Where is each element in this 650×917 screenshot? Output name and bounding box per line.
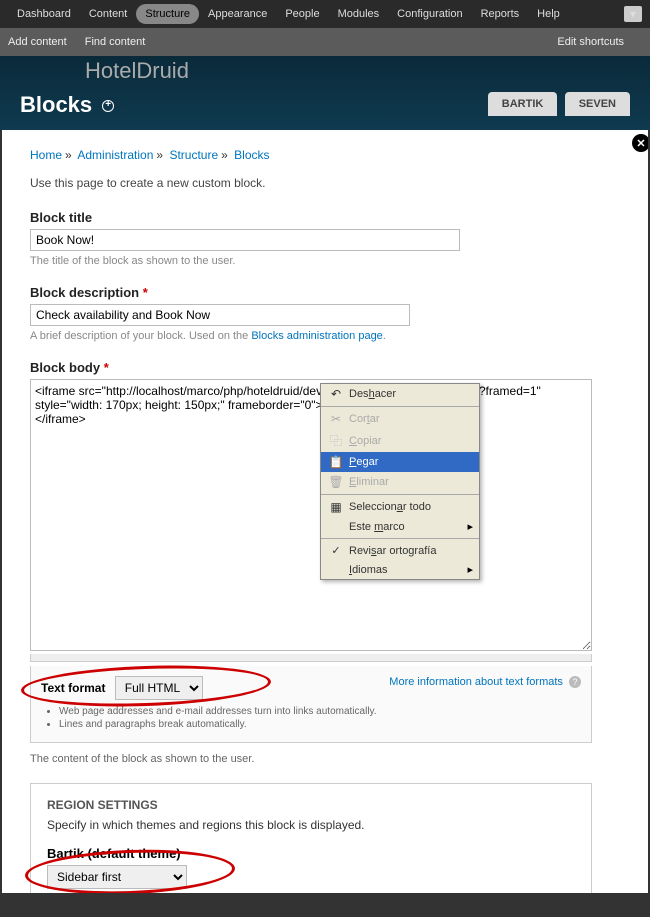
text-format-select[interactable]: Full HTML [115, 676, 203, 700]
ctx-spellcheck[interactable]: ✓Revisar ortografía [321, 541, 479, 560]
ctx-paste[interactable]: 📋Pegar [321, 452, 479, 472]
delete-icon: 🗑 [327, 475, 345, 489]
ctx-languages[interactable]: Idiomas▸ [321, 560, 479, 579]
context-menu: ↶Deshacer ✂Cortar ⿻Copiar 📋Pegar 🗑Elimin… [320, 383, 480, 580]
menu-content[interactable]: Content [80, 4, 137, 24]
overlay-title: Blocks [20, 92, 114, 118]
ctx-select-all[interactable]: ▦Seleccionar todo [321, 497, 479, 517]
page-intro: Use this page to create a new custom blo… [30, 176, 620, 190]
block-description-desc: A brief description of your block. Used … [30, 330, 620, 342]
select-all-icon: ▦ [327, 500, 345, 514]
ctx-delete: 🗑Eliminar [321, 472, 479, 492]
text-format-label: Text format [41, 681, 105, 695]
copy-icon: ⿻ [327, 432, 345, 449]
menu-reports[interactable]: Reports [472, 4, 529, 24]
ctx-copy: ⿻Copiar [321, 429, 479, 452]
site-name: HotelDruid [85, 58, 189, 84]
undo-icon: ↶ [327, 387, 345, 401]
menu-people[interactable]: People [276, 4, 328, 24]
menu-help[interactable]: Help [528, 4, 569, 24]
check-icon: ✓ [327, 544, 345, 557]
text-format-more-info[interactable]: More information about text formats [389, 676, 563, 688]
format-tips: Web page addresses and e-mail addresses … [59, 706, 581, 730]
region-settings: REGION SETTINGS Specify in which themes … [30, 783, 592, 893]
overlay-content: ✕ Home» Administration» Structure» Block… [2, 130, 648, 893]
ctx-undo[interactable]: ↶Deshacer [321, 384, 479, 404]
block-title-desc: The title of the block as shown to the u… [30, 255, 620, 267]
block-description-label: Block description * [30, 285, 620, 300]
breadcrumb: Home» Administration» Structure» Blocks [30, 148, 620, 162]
region-settings-title: REGION SETTINGS [47, 798, 575, 812]
close-icon[interactable]: ✕ [632, 134, 648, 152]
menu-configuration[interactable]: Configuration [388, 4, 471, 24]
shortcut-bar: Add content Find content Edit shortcuts [0, 28, 650, 56]
text-format-row: Text format Full HTML More information a… [30, 666, 592, 743]
breadcrumb-home[interactable]: Home [30, 148, 62, 162]
cut-icon: ✂ [327, 412, 345, 426]
textarea-resize-grip[interactable] [30, 654, 592, 662]
format-tip: Web page addresses and e-mail addresses … [59, 706, 581, 717]
tab-bartik[interactable]: BARTIK [488, 92, 558, 116]
menu-structure[interactable]: Structure [136, 4, 199, 24]
ctx-cut: ✂Cortar [321, 409, 479, 429]
region-select-bartik[interactable]: Sidebar first [47, 865, 187, 889]
menu-modules[interactable]: Modules [329, 4, 389, 24]
blocks-admin-link[interactable]: Blocks administration page [251, 330, 382, 342]
admin-top-menu: Dashboard Content Structure Appearance P… [0, 0, 650, 28]
block-body-desc: The content of the block as shown to the… [30, 753, 620, 765]
menu-appearance[interactable]: Appearance [199, 4, 276, 24]
shortcut-add-content[interactable]: Add content [8, 36, 67, 48]
help-icon[interactable]: ? [569, 676, 581, 688]
block-title-input[interactable] [30, 229, 460, 251]
block-title-label: Block title [30, 210, 620, 225]
ctx-this-frame[interactable]: Este marco▸ [321, 517, 479, 536]
breadcrumb-admin[interactable]: Administration [77, 148, 153, 162]
region-theme-label: Bartik (default theme) [47, 846, 575, 861]
shortcut-edit[interactable]: Edit shortcuts [557, 36, 624, 48]
shortcut-find-content[interactable]: Find content [85, 36, 146, 48]
theme-tabs: BARTIK SEVEN [484, 92, 630, 116]
add-shortcut-icon[interactable] [102, 100, 114, 112]
region-settings-desc: Specify in which themes and regions this… [47, 818, 575, 832]
block-description-input[interactable] [30, 304, 410, 326]
block-body-label: Block body * [30, 360, 620, 375]
breadcrumb-blocks[interactable]: Blocks [234, 148, 269, 162]
format-tip: Lines and paragraphs break automatically… [59, 719, 581, 730]
paste-icon: 📋 [327, 455, 345, 469]
block-body-textarea[interactable] [30, 379, 592, 651]
overlay-header: HotelDruid Blocks BARTIK SEVEN [0, 56, 650, 130]
tab-seven[interactable]: SEVEN [565, 92, 630, 116]
breadcrumb-structure[interactable]: Structure [169, 148, 218, 162]
toolbar-toggle-icon[interactable]: ▾ [624, 6, 642, 22]
menu-dashboard[interactable]: Dashboard [8, 4, 80, 24]
